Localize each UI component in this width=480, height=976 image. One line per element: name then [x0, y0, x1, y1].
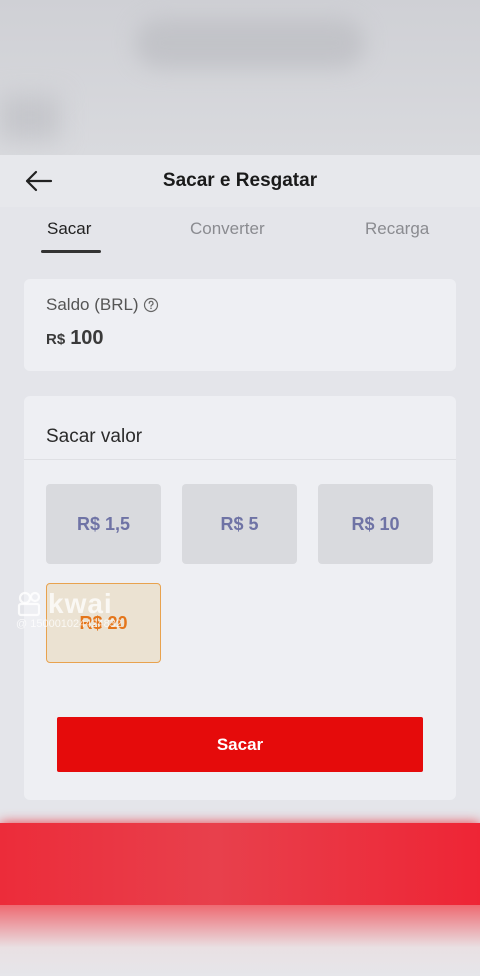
tab-converter[interactable]: Converter: [190, 219, 265, 239]
bottom-fade: [0, 905, 480, 976]
tab-recarga[interactable]: Recarga: [365, 219, 429, 239]
balance-value: R$ 100: [46, 327, 104, 350]
background-blur: [0, 0, 480, 155]
watermark-logo: kwai: [16, 588, 122, 620]
balance-card: Saldo (BRL) R$ 100: [24, 279, 456, 371]
amount-option-5[interactable]: R$ 5: [182, 484, 297, 564]
watermark-brand: kwai: [48, 588, 113, 619]
watermark-id: @ 150001024424832: [16, 618, 122, 630]
balance-label: Saldo (BRL): [46, 295, 139, 314]
tab-bar: Sacar Converter Recarga: [0, 207, 480, 257]
blurred-shape: [0, 95, 60, 140]
withdraw-title: Sacar valor: [46, 426, 143, 447]
amount-option-10[interactable]: R$ 10: [318, 484, 433, 564]
withdraw-sheet: Sacar e Resgatar Sacar Converter Recarga…: [0, 155, 480, 823]
tab-sacar[interactable]: Sacar: [47, 219, 91, 239]
balance-label-row: Saldo (BRL): [46, 295, 159, 315]
active-tab-indicator: [41, 250, 101, 253]
balance-amount: 100: [70, 327, 104, 349]
kwai-watermark: kwai @ 150001024424832: [16, 588, 122, 630]
header: Sacar e Resgatar: [0, 155, 480, 207]
divider: [24, 459, 456, 460]
page-title: Sacar e Resgatar: [162, 170, 318, 191]
camera-icon: [17, 591, 41, 617]
sacar-button[interactable]: Sacar: [57, 717, 423, 772]
blurred-shape: [135, 18, 365, 68]
help-icon[interactable]: [143, 297, 159, 313]
amount-option-1-5[interactable]: R$ 1,5: [46, 484, 161, 564]
balance-currency: R$: [46, 331, 66, 348]
